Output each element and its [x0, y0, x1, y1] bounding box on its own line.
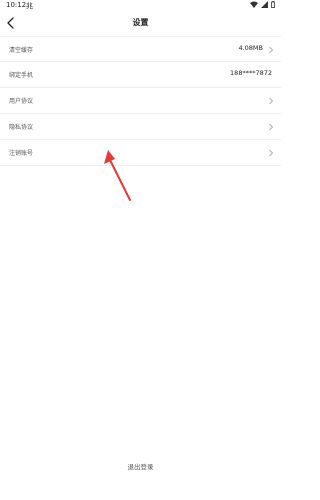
phone-number-value: 188****7872 — [230, 69, 272, 77]
status-bar: 10:12 兆 — [0, 0, 281, 12]
user-agreement-label: 用户协议 — [9, 98, 34, 105]
cache-size-value: 4.08MB — [238, 44, 263, 52]
notification-icon: 兆 — [26, 2, 33, 10]
cancel-account-label: 注销账号 — [9, 150, 34, 157]
chevron-right-icon — [269, 97, 274, 105]
logout-button[interactable]: 退出登录 — [0, 461, 281, 471]
signal-icon — [261, 1, 268, 8]
privacy-policy-item[interactable]: 隐私协议 — [0, 114, 281, 140]
wifi-icon — [250, 1, 258, 8]
privacy-policy-label: 隐私协议 — [9, 124, 34, 131]
header: 设置 — [0, 12, 281, 36]
cancel-account-item[interactable]: 注销账号 — [0, 140, 281, 166]
chevron-right-icon — [269, 123, 274, 131]
status-icons — [250, 1, 275, 8]
bind-phone-item[interactable]: 绑定手机 188****7872 — [0, 62, 281, 88]
chevron-right-icon — [269, 46, 274, 54]
clear-cache-item[interactable]: 清空缓存 4.08MB — [0, 36, 281, 62]
chevron-right-icon — [269, 149, 274, 157]
bind-phone-label: 绑定手机 — [9, 72, 34, 79]
battery-icon — [271, 1, 275, 8]
status-time: 10:12 — [6, 1, 27, 9]
user-agreement-item[interactable]: 用户协议 — [0, 88, 281, 114]
clear-cache-label: 清空缓存 — [9, 47, 34, 54]
page-title: 设置 — [132, 18, 149, 27]
settings-list: 清空缓存 4.08MB 绑定手机 188****7872 用户协议 隐私协议 注… — [0, 36, 281, 166]
